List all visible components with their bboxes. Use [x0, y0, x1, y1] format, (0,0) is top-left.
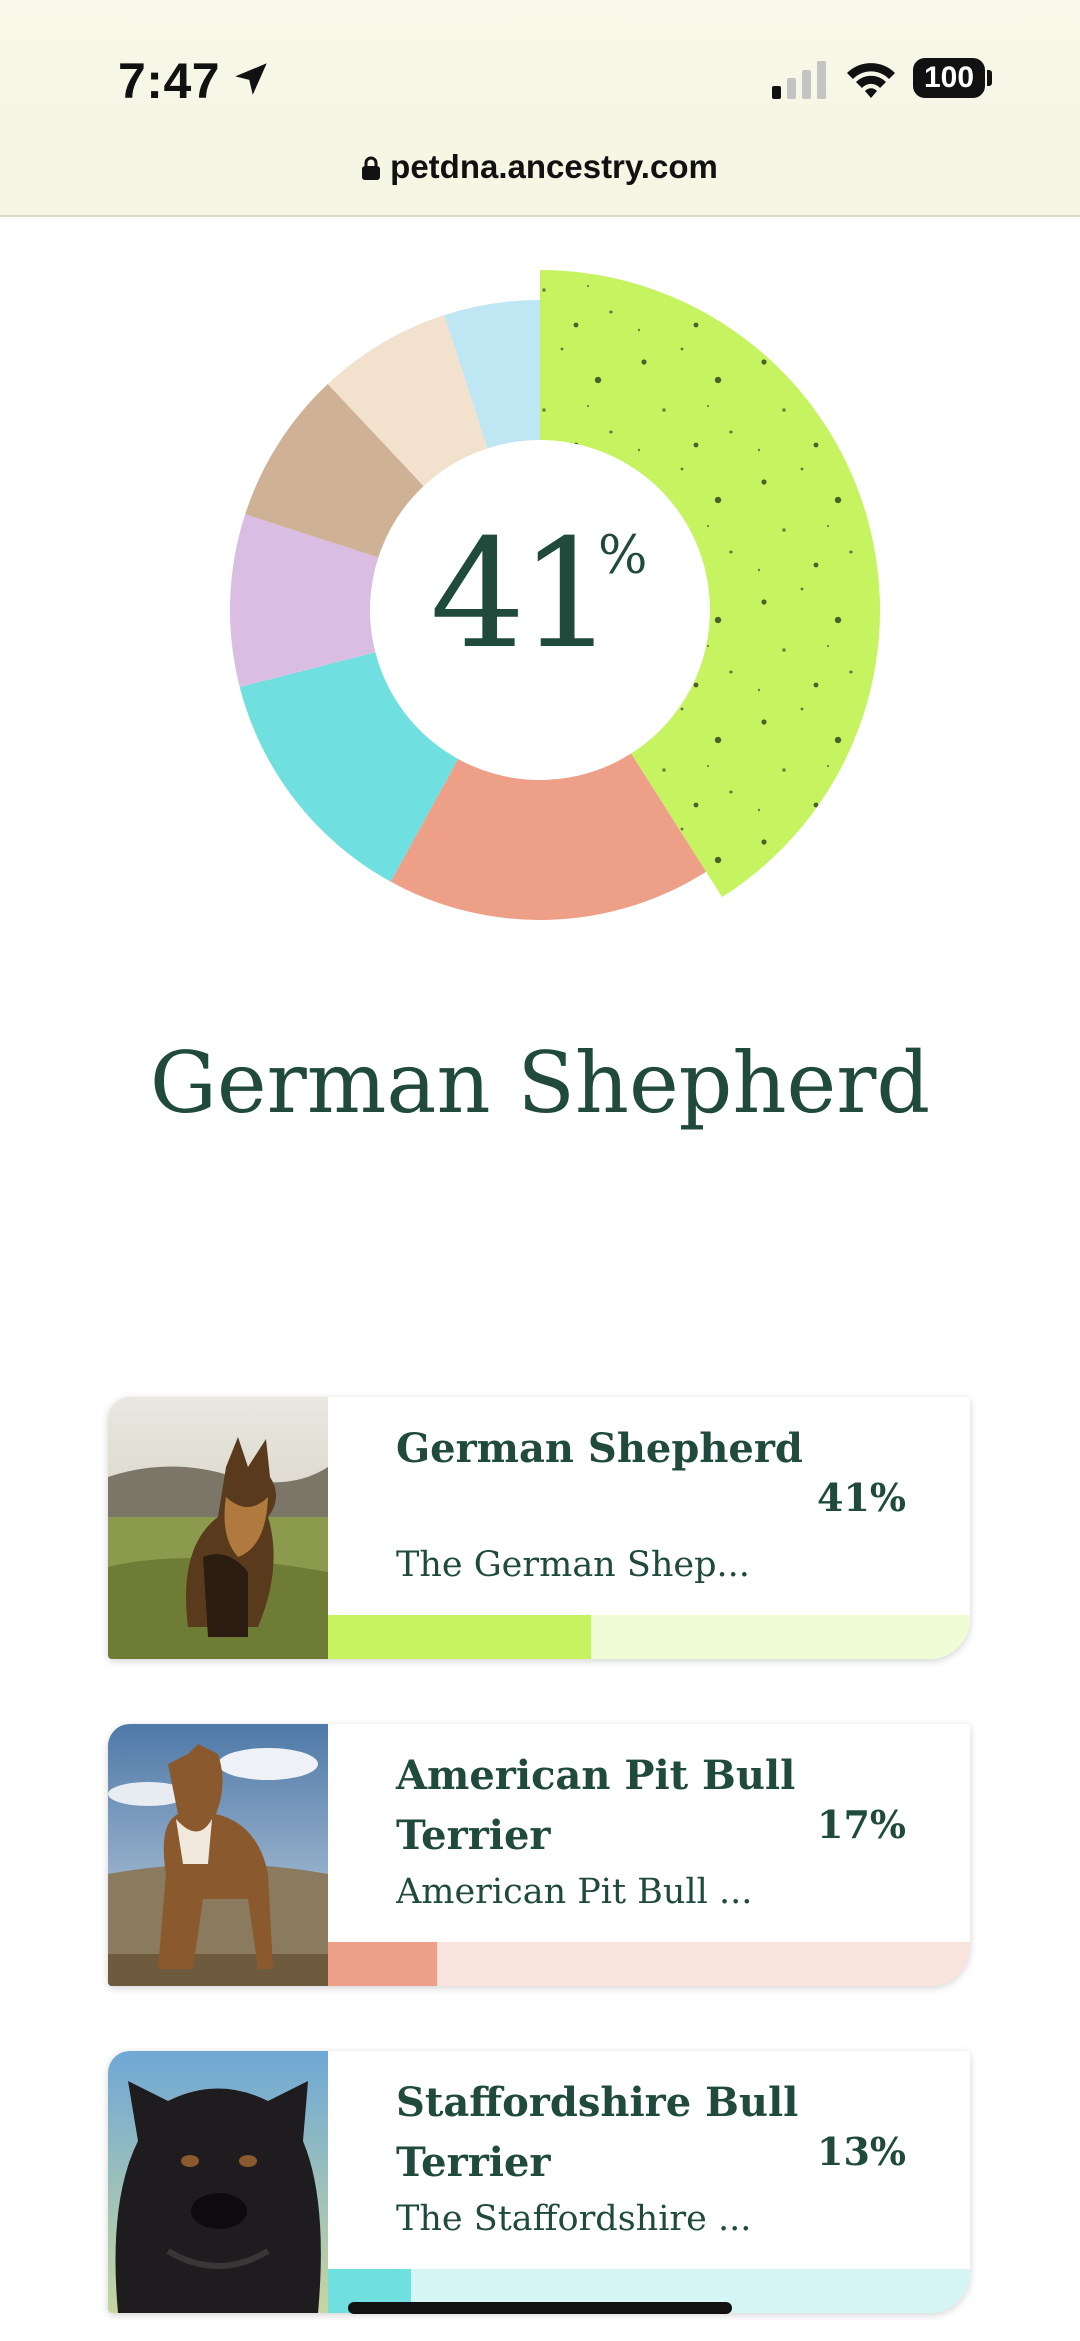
wifi-icon	[847, 63, 895, 98]
lock-icon	[362, 156, 381, 180]
breed-percentage: 17%	[817, 1802, 906, 1847]
battery-tip	[987, 70, 992, 86]
battery-indicator: 100	[913, 58, 985, 98]
url-bar[interactable]: petdna.ancestry.com	[0, 148, 1080, 186]
breed-share-bar	[328, 1942, 970, 1986]
donut-percent-sign: %	[598, 526, 648, 586]
selected-breed-title: German Shepherd	[149, 1034, 931, 1132]
breed-percentage: 41%	[817, 1475, 906, 1520]
german-shepherd-photo	[108, 1397, 328, 1659]
american-pit-bull-terrier-photo	[108, 1724, 328, 1986]
location-arrow-icon	[235, 63, 267, 95]
breed-card-staffordshire-bull-terrier[interactable]: Staffordshire Bull Terrier 13% The Staff…	[108, 2051, 970, 2313]
breed-description: American Pit Bull ...	[396, 1872, 753, 1912]
cellular-signal-icon	[772, 61, 826, 99]
status-time: 7:47	[118, 53, 221, 109]
breed-name: German Shepherd	[396, 1425, 803, 1472]
breed-share-bar	[328, 1615, 970, 1659]
breed-name: Staffordshire Bull Terrier	[396, 2079, 799, 2186]
breed-share-bar-fill	[328, 1942, 438, 1986]
status-bar: 7:47 100 petdna.ancestry.com	[0, 0, 1080, 217]
breed-share-bar-fill	[328, 1615, 592, 1659]
breed-card-american-pit-bull-terrier[interactable]: American Pit Bull Terrier 17% American P…	[108, 1724, 970, 1986]
donut-percentage-value: 41	[430, 508, 615, 682]
breed-name: American Pit Bull Terrier	[396, 1752, 796, 1859]
breed-card-german-shepherd[interactable]: German Shepherd 41% The German Shep...	[108, 1397, 970, 1659]
url-text: petdna.ancestry.com	[390, 148, 718, 185]
breed-percentage: 13%	[817, 2129, 906, 2174]
staffordshire-bull-terrier-photo	[108, 2051, 328, 2313]
home-indicator[interactable]	[348, 2302, 732, 2314]
breed-description: The German Shep...	[396, 1545, 750, 1585]
breed-description: The Staffordshire ...	[396, 2199, 752, 2239]
